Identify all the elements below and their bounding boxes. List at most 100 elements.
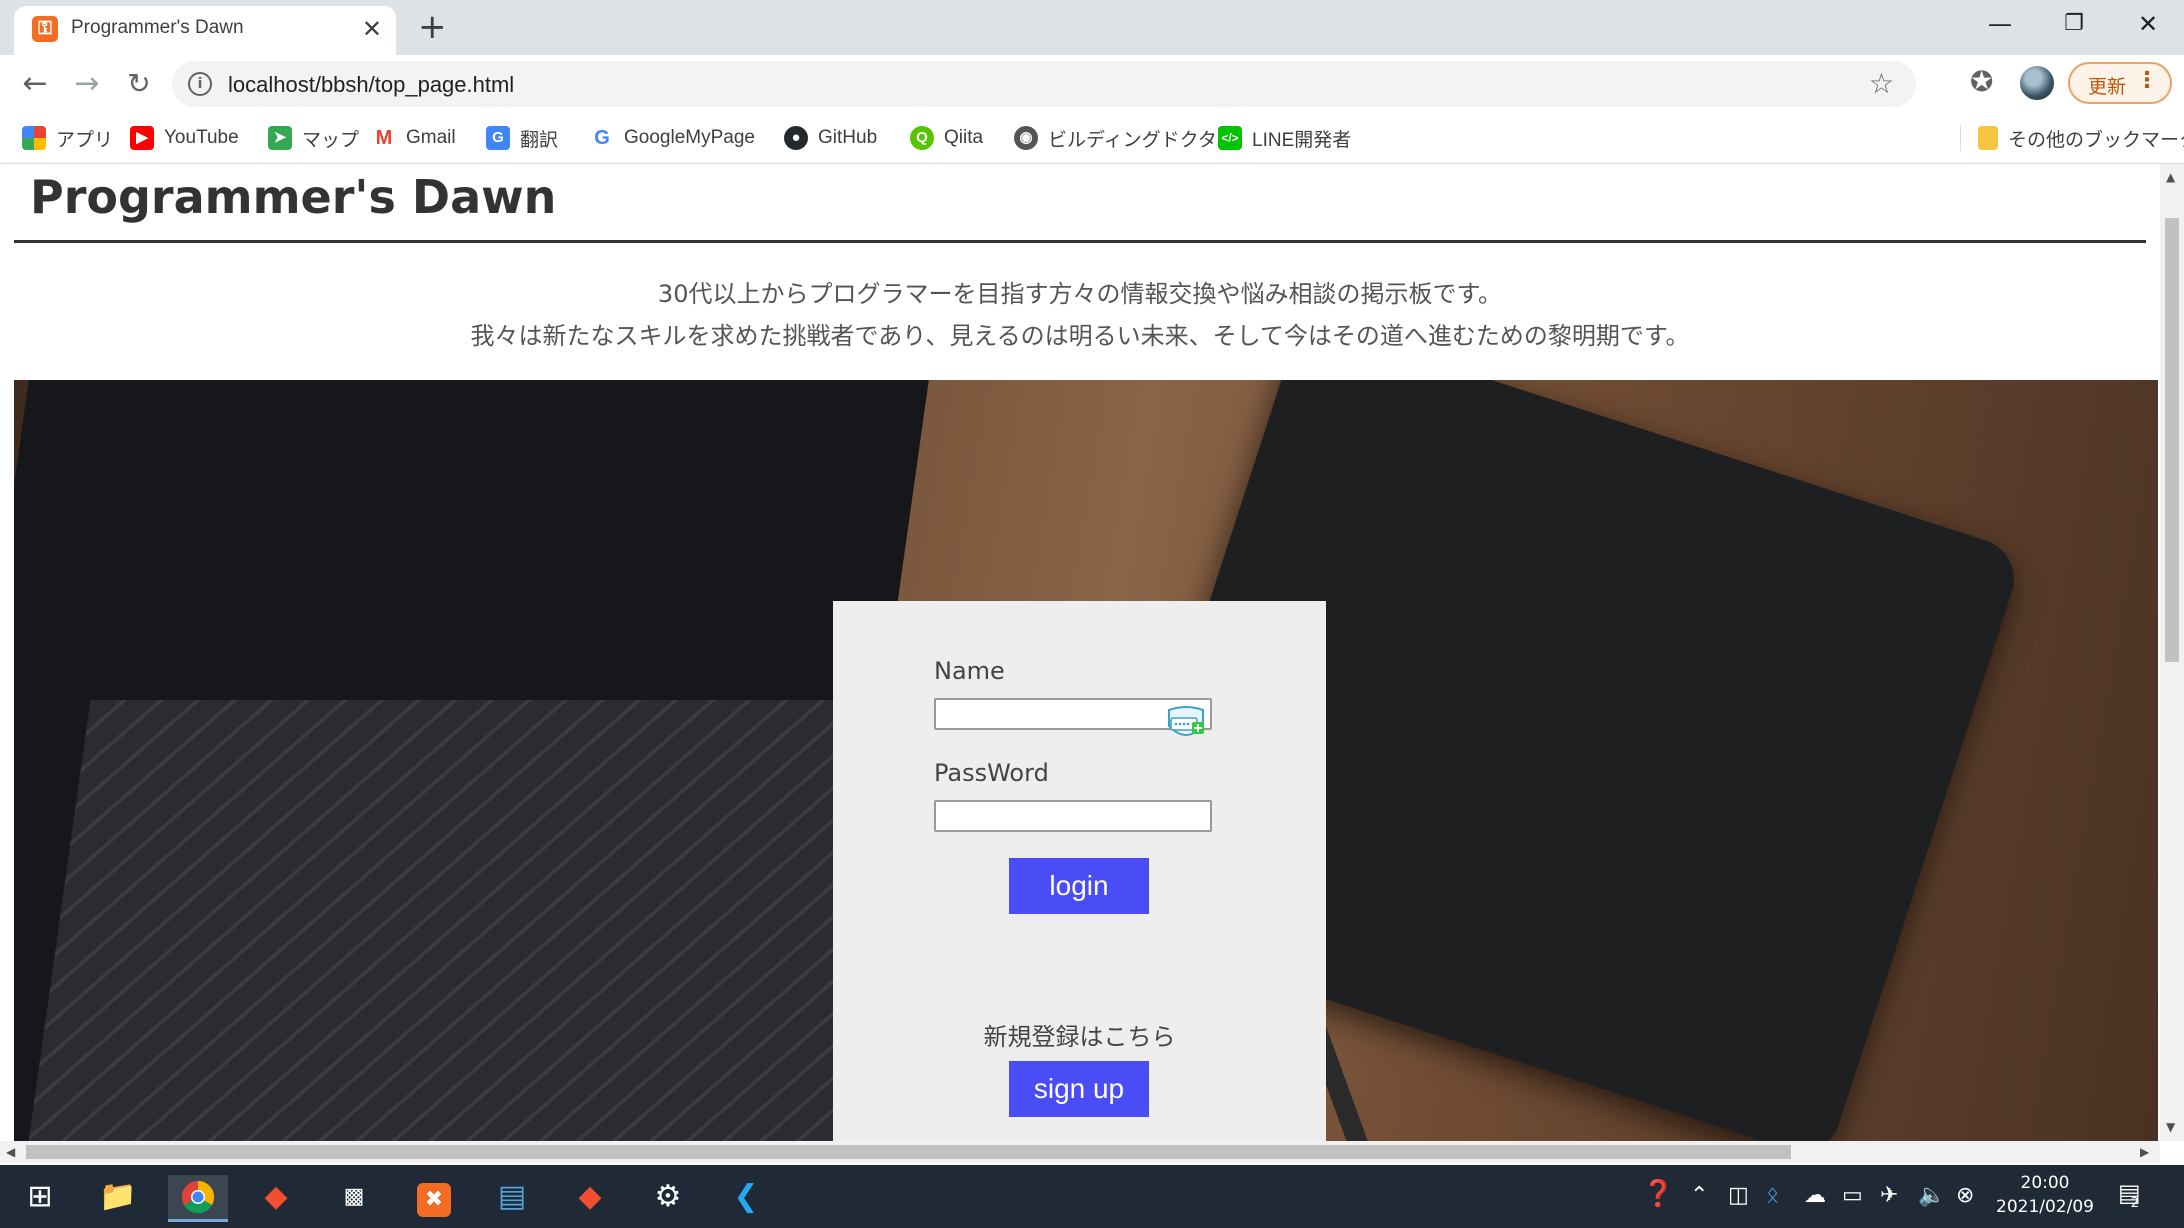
volume-icon[interactable]: 🔈	[1918, 1183, 1945, 1208]
git-icon[interactable]: ◆	[246, 1175, 306, 1219]
bookmark-apps[interactable]: アプリ	[22, 123, 113, 153]
bookmark-gmail[interactable]: M Gmail	[372, 123, 456, 153]
chrome-logo-icon	[181, 1180, 215, 1214]
github-icon: ●	[784, 126, 808, 150]
update-label: 更新	[2088, 76, 2127, 98]
qiita-icon: Q	[910, 126, 934, 150]
vscode-icon[interactable]: ❮	[716, 1175, 776, 1219]
xampp-icon[interactable]: ✖	[404, 1175, 464, 1219]
bookmark-building-doctor[interactable]: ◉ ビルディングドクター	[1014, 123, 1236, 153]
vertical-scroll-thumb[interactable]	[2165, 218, 2179, 662]
app-icon[interactable]: ▤	[482, 1175, 542, 1219]
line-icon: </>	[1218, 126, 1242, 150]
bookmark-label: LINE開発者	[1252, 129, 1352, 151]
horizontal-scrollbar[interactable]: ◀ ▶	[0, 1141, 2160, 1163]
laptop-keyboard-photo	[17, 700, 951, 1141]
bookmark-label: ビルディングドクター	[1048, 129, 1236, 151]
battery-icon[interactable]: ▭	[1842, 1183, 1863, 1208]
windows-start-icon[interactable]: ⊞	[10, 1175, 70, 1219]
bookmark-label: GoogleMyPage	[624, 127, 755, 148]
bookmarks-bar: アプリ ▶ YouTube ➤ マップ M Gmail G 翻訳 G Googl…	[0, 113, 2184, 164]
bookmark-label: GitHub	[818, 127, 878, 148]
address-bar[interactable]: i localhost/bbsh/top_page.html ☆	[172, 61, 1916, 107]
folder-icon	[1978, 126, 1998, 150]
reload-icon[interactable]: ↻	[120, 65, 158, 103]
windows-taskbar: ⊞ 📁 ◆ ▩ ✖ ▤ ◆ ⚙ ❮ ❓ ⌃ ◫ ᛟ ☁ ▭ ✈ 🔈 ⊗ 20:0…	[0, 1165, 2184, 1228]
bookmark-maps[interactable]: ➤ マップ	[268, 123, 359, 153]
scroll-up-arrow-icon[interactable]: ▲	[2166, 170, 2175, 184]
bookmark-label: マップ	[302, 129, 360, 151]
file-explorer-icon[interactable]: 📁	[88, 1175, 148, 1219]
device-icon[interactable]: ◫	[1728, 1183, 1749, 1208]
vertical-scrollbar[interactable]: ▲ ▼	[2160, 164, 2184, 1141]
login-button[interactable]: login	[1009, 858, 1149, 914]
page-viewport: Programmer's Dawn 30代以上からプログラマーを目指す方々の情報…	[0, 164, 2160, 1141]
bookmark-github[interactable]: ● GitHub	[784, 123, 877, 153]
airplane-mode-icon[interactable]: ✈	[1880, 1183, 1898, 1208]
scroll-down-arrow-icon[interactable]: ▼	[2166, 1120, 2175, 1134]
bookmark-label: アプリ	[56, 129, 114, 151]
clock-date: 2021/02/09	[1996, 1197, 2094, 1217]
minimize-button[interactable]: —	[1970, 6, 2030, 42]
ime-off-icon[interactable]: ⊗	[1956, 1183, 1974, 1208]
xampp-favicon-icon: ⚿	[32, 16, 58, 42]
tagline-line-2: 我々は新たなスキルを求めた挑戦者であり、見えるのは明るい未来、そして今はその道へ…	[470, 322, 1690, 350]
back-arrow-icon[interactable]: ←	[16, 65, 54, 103]
name-label: Name	[934, 657, 1005, 685]
password-manager-key-icon[interactable]	[1165, 704, 1207, 744]
bookmark-qiita[interactable]: Q Qiita	[910, 123, 983, 153]
bookmark-youtube[interactable]: ▶ YouTube	[130, 123, 239, 153]
bookmark-googlemypage[interactable]: G GoogleMyPage	[590, 123, 755, 153]
browser-tab[interactable]: ⚿ Programmer's Dawn ✕	[14, 6, 396, 55]
bookmark-line-dev[interactable]: </> LINE開発者	[1218, 123, 1351, 153]
apps-grid-icon	[22, 126, 46, 150]
clock-time: 20:00	[2020, 1173, 2070, 1193]
hero-image: Name PassWord login 新規登録はこちら sign up	[14, 380, 2158, 1141]
bookmark-translate[interactable]: G 翻訳	[486, 123, 558, 153]
site-title: Programmer's Dawn	[30, 170, 557, 224]
bookmark-divider	[1960, 125, 1961, 151]
bookmark-label: その他のブックマーク	[2008, 129, 2184, 151]
git-gui-icon[interactable]: ◆	[560, 1175, 620, 1219]
update-button[interactable]: 更新 ⋮	[2068, 62, 2172, 104]
new-tab-button[interactable]: +	[418, 9, 447, 45]
bookmark-label: Gmail	[406, 127, 456, 148]
settings-icon[interactable]: ⚙	[638, 1175, 698, 1219]
signup-button[interactable]: sign up	[1009, 1061, 1149, 1117]
tab-close-icon[interactable]: ✕	[362, 14, 382, 44]
password-label: PassWord	[934, 759, 1049, 787]
extensions-puzzle-icon[interactable]: ✪	[1970, 67, 1993, 97]
tagline-line-1: 30代以上からプログラマーを目指す方々の情報交換や悩み相談の掲示板です。	[657, 280, 1503, 308]
login-panel: Name PassWord login 新規登録はこちら sign up	[833, 601, 1326, 1141]
scroll-left-arrow-icon[interactable]: ◀	[6, 1145, 15, 1159]
bookmark-star-icon[interactable]: ☆	[1869, 67, 1894, 100]
forward-arrow-icon[interactable]: →	[68, 65, 106, 103]
horizontal-scroll-thumb[interactable]	[26, 1145, 1791, 1159]
terminal-icon[interactable]: ▩	[324, 1175, 384, 1219]
youtube-icon: ▶	[130, 126, 154, 150]
bookmark-label: YouTube	[164, 127, 239, 148]
password-input[interactable]	[934, 800, 1212, 832]
restore-button[interactable]: ❐	[2044, 6, 2104, 42]
onedrive-icon[interactable]: ☁	[1804, 1183, 1826, 1208]
maps-icon: ➤	[268, 126, 292, 150]
bookmark-other[interactable]: その他のブックマーク	[1978, 123, 2184, 153]
bluetooth-icon[interactable]: ᛟ	[1766, 1183, 1779, 1208]
url-text: localhost/bbsh/top_page.html	[228, 72, 515, 97]
title-divider	[14, 240, 2146, 243]
tray-chevron-icon[interactable]: ⌃	[1690, 1183, 1708, 1208]
globe-icon: ◉	[1014, 126, 1038, 150]
site-info-icon[interactable]: i	[188, 72, 212, 96]
signup-note: 新規登録はこちら	[983, 1023, 1176, 1051]
help-icon[interactable]: ❓	[1642, 1179, 1674, 1209]
window-close-button[interactable]: ✕	[2118, 6, 2178, 42]
google-icon: G	[590, 126, 614, 150]
scroll-right-arrow-icon[interactable]: ▶	[2140, 1145, 2149, 1159]
system-clock[interactable]: 20:00 2021/02/09	[1990, 1171, 2100, 1219]
notification-center-icon[interactable]: ▤2	[2118, 1179, 2149, 1211]
profile-avatar[interactable]	[2020, 66, 2054, 100]
tab-title: Programmer's Dawn	[71, 17, 244, 38]
chrome-icon[interactable]	[168, 1175, 228, 1222]
bookmark-label: Qiita	[944, 127, 984, 148]
tab-strip: ⚿ Programmer's Dawn ✕ + — ❐ ✕	[0, 0, 2184, 55]
